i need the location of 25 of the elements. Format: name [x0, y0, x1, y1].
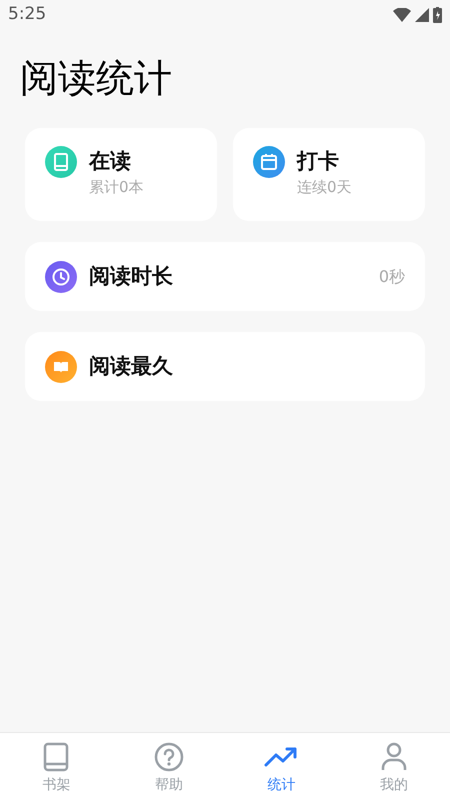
card-subtitle: 累计0本 [89, 177, 144, 198]
card-title: 打卡 [297, 148, 340, 175]
wifi-icon [393, 8, 411, 22]
stat-card[interactable]: 打卡 连续0天 [233, 128, 425, 221]
book-icon [45, 146, 77, 178]
battery-icon [433, 7, 442, 23]
stat-row[interactable]: 阅读最久 [25, 332, 425, 401]
nav-tab[interactable]: 统计 [225, 733, 338, 800]
signal-icon [415, 8, 429, 22]
row-title: 阅读时长 [89, 262, 174, 290]
book-icon [42, 742, 70, 772]
clock-icon [45, 260, 77, 292]
help-icon [154, 742, 184, 772]
row-title: 阅读最久 [89, 352, 174, 380]
calendar-icon [253, 146, 285, 178]
stat-row[interactable]: 阅读时长 0秒 [25, 242, 425, 311]
card-subtitle: 连续0天 [297, 177, 352, 198]
trend-icon [264, 745, 298, 769]
page-title: 阅读统计 [19, 55, 173, 102]
status-time: 5:25 [8, 3, 46, 26]
open-book-icon [45, 350, 77, 382]
user-icon [380, 742, 407, 772]
row-value: 0秒 [378, 266, 405, 288]
card-title: 在读 [89, 148, 132, 175]
stat-card[interactable]: 在读 累计0本 [25, 128, 217, 221]
